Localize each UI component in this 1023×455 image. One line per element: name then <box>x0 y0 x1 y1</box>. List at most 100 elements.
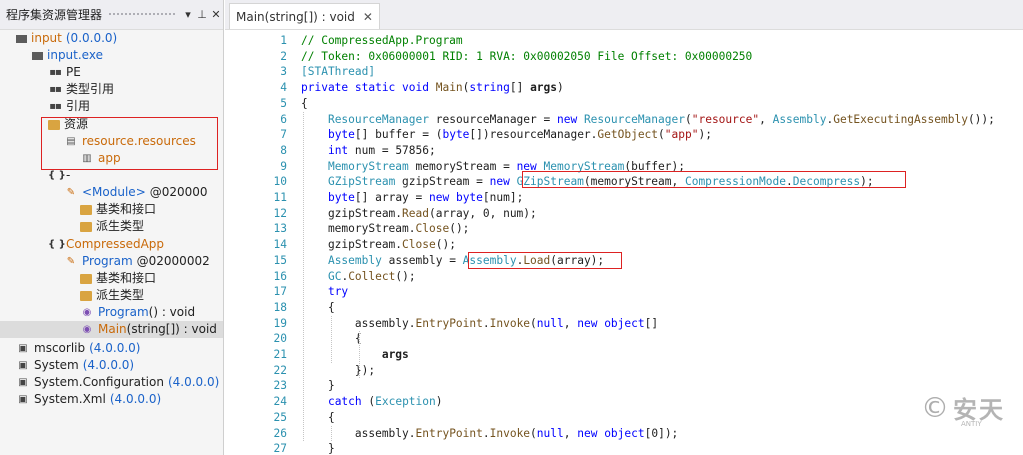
code-token: Collect <box>348 269 396 283</box>
code-line: } <box>301 378 335 394</box>
tree-node[interactable]: { }CompressedApp <box>36 236 164 253</box>
line-number: 21 <box>273 348 287 361</box>
code-token: Close <box>402 238 436 252</box>
code-line: GZipStream gzipStream = new GZipStream(m… <box>301 174 874 190</box>
line-number: 9 <box>280 159 287 173</box>
code-token: Close <box>415 222 450 236</box>
tree-node[interactable]: input (0.0.0.0) <box>4 30 117 47</box>
code-line: private static void Main(string[] args) <box>301 80 564 96</box>
tree-node[interactable]: ▪▪ 引用 <box>36 98 90 115</box>
code-token: , <box>563 316 578 330</box>
tree-node[interactable]: ▪▪ PE <box>36 64 81 81</box>
code-token: args <box>381 348 409 361</box>
code-token: memoryStream. <box>301 222 416 236</box>
line-number: 13 <box>273 222 287 236</box>
tree-node[interactable]: 基类和接口 <box>68 270 156 287</box>
indent-guide <box>303 111 304 442</box>
tree-node-label: System.Xml <box>34 392 106 406</box>
line-number: 7 <box>280 128 287 142</box>
code-token: Invoke <box>489 426 531 440</box>
indent-guide <box>359 331 360 379</box>
code-line: ResourceManager resourceManager = new Re… <box>301 112 995 128</box>
code-line: args <box>301 347 409 363</box>
code-token: (memoryStream, <box>583 175 685 189</box>
folder-icon <box>80 205 92 215</box>
code-token: , <box>759 112 773 126</box>
code-line: { <box>301 410 335 426</box>
tree-node-label: 资源 <box>64 117 89 131</box>
code-token: catch <box>327 395 362 409</box>
tree-node[interactable]: 派生类型 <box>68 287 144 304</box>
assembly-explorer-panel: 程序集资源管理器 ▾ ⊥ ✕ input (0.0.0.0) input.exe ▪▪… <box>0 0 224 455</box>
tree-node-version: (4.0.0.0) <box>89 341 141 355</box>
code-token: null <box>536 316 564 330</box>
code-token: new <box>556 112 584 126</box>
copyright-icon: © <box>921 391 949 424</box>
tree-node[interactable]: input.exe <box>20 47 103 64</box>
code-token: gzipStream. <box>301 206 403 220</box>
line-number: 3 <box>280 65 287 79</box>
reference-icon: ▪▪ <box>49 84 62 95</box>
line-number: 19 <box>273 316 287 330</box>
tree-node[interactable]: ✎ Program @02000002 <box>52 253 210 270</box>
explorer-header: 程序集资源管理器 ▾ ⊥ ✕ <box>0 0 223 30</box>
code-token: [] buffer = ( <box>354 128 443 142</box>
tree-node-label: 派生类型 <box>96 219 145 233</box>
tree-node[interactable]: 派生类型 <box>68 218 144 235</box>
tab-bar: Main(string[]) : void ✕ <box>225 0 1023 30</box>
code-token: } <box>301 442 335 455</box>
code-line: byte[] array = new byte[num]; <box>301 190 523 206</box>
tree-node-version: (0.0.0.0) <box>65 31 118 45</box>
close-icon[interactable]: ✕ <box>209 8 223 21</box>
tree-node[interactable]: ◉ Main(string[]) : void <box>0 321 223 338</box>
tree-node-label: input.exe <box>47 48 103 62</box>
tree-node[interactable]: 资源 <box>36 116 88 133</box>
tree-node[interactable]: ▣ System (4.0.0.0) <box>4 357 134 374</box>
tree-node-label: 引用 <box>66 99 91 113</box>
code-token: new <box>516 159 544 173</box>
code-line: // Token: 0x06000001 RID: 1 RVA: 0x00002… <box>301 49 752 65</box>
tree-node[interactable]: ▣ mscorlib (4.0.0.0) <box>4 340 140 357</box>
code-token: // CompressedApp.Program <box>301 34 463 47</box>
tree-node[interactable]: ▣ System.Configuration (4.0.0.0) <box>4 374 219 391</box>
dropdown-icon[interactable]: ▾ <box>181 8 195 21</box>
pin-icon[interactable]: ⊥ <box>195 8 209 21</box>
tree-node[interactable]: ✎ <Module> @020000 <box>52 184 208 201</box>
tab-close-icon[interactable]: ✕ <box>363 4 373 30</box>
code-token: byte <box>327 128 355 142</box>
tree-node[interactable]: ◉ Program() : void <box>68 304 195 321</box>
code-token: new <box>577 426 605 440</box>
code-token: new <box>429 191 456 204</box>
tab-main-method[interactable]: Main(string[]) : void ✕ <box>229 3 380 29</box>
line-number: 12 <box>273 206 287 220</box>
code-token: CompressionMode <box>684 175 787 189</box>
code-editor: Main(string[]) : void ✕ 1 2 3 4 5 6 7 8 9 10 11 12 1… <box>225 0 1023 455</box>
reference-icon: ▪▪ <box>49 101 62 112</box>
tree-node-label: 基类和接口 <box>96 271 157 285</box>
code-token: null <box>536 426 564 440</box>
code-token: ) <box>557 81 564 95</box>
code-token: private static void <box>301 81 436 95</box>
tree-node[interactable]: { }- <box>36 167 70 184</box>
code-token: Load <box>523 253 551 267</box>
tree-node[interactable]: ▤ resource.resources <box>52 133 196 150</box>
namespace-icon: { } <box>48 170 66 181</box>
tree-node[interactable]: 基类和接口 <box>68 201 156 218</box>
code-token: gzipStream = <box>395 175 490 189</box>
watermark-subtext: ANTIY <box>961 420 982 428</box>
tree-node[interactable]: ▪▪ 类型引用 <box>36 81 114 98</box>
panel-grip[interactable] <box>108 12 175 17</box>
code-token: { <box>301 96 308 110</box>
folder-icon <box>80 291 92 301</box>
code-token: ( <box>658 128 665 142</box>
folder-icon <box>48 120 60 130</box>
code-token: . <box>786 175 793 189</box>
line-number: 6 <box>280 112 287 126</box>
tree-node[interactable]: ▣ System.Xml (4.0.0.0) <box>4 391 161 408</box>
line-number: 16 <box>273 269 287 283</box>
tree-node[interactable]: ▥ app <box>68 150 120 167</box>
